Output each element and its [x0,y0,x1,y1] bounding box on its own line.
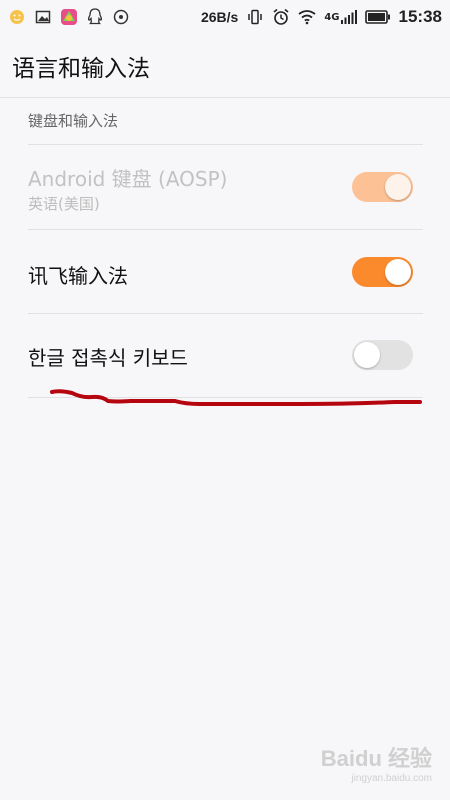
watermark-logo: Baidu 经验 [320,746,432,771]
watermark-url: jingyan.baidu.com [351,773,432,784]
watermark: Baidu 经验 jingyan.baidu.com [321,741,432,784]
red-underline-annotation [50,389,422,406]
